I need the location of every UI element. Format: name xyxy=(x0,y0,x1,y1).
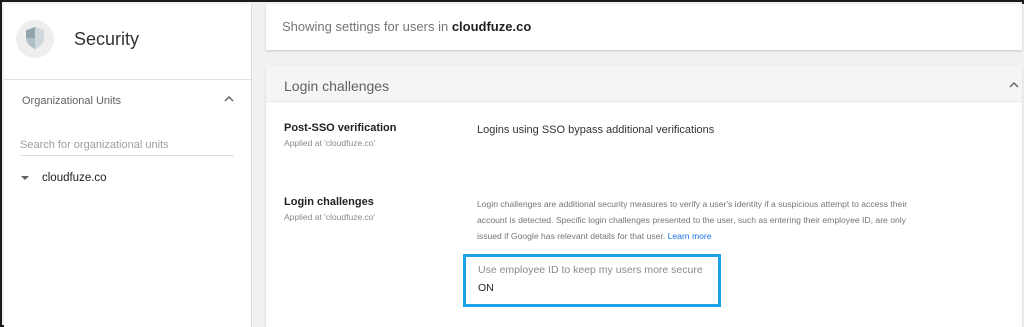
chevron-up-icon[interactable] xyxy=(222,92,236,106)
panel-title: Login challenges xyxy=(284,78,390,94)
learn-more-link[interactable]: Learn more xyxy=(668,231,712,241)
caret-down-icon[interactable] xyxy=(20,173,30,183)
chevron-up-icon[interactable] xyxy=(1008,79,1020,91)
panel-header[interactable]: Login challenges xyxy=(266,66,1022,102)
info-prefix: Showing settings for users in xyxy=(282,19,452,34)
page-title: Security xyxy=(74,29,140,49)
main-content: Showing settings for users in cloudfuze.… xyxy=(252,4,1024,327)
setting-name: Login challenges xyxy=(284,196,374,208)
ou-section-title: Organizational Units xyxy=(22,95,122,107)
info-domain: cloudfuze.co xyxy=(451,19,532,34)
employee-id-toggle-highlight[interactable]: Use employee ID to keep my users more se… xyxy=(463,254,721,307)
ou-section-header[interactable]: Organizational Units xyxy=(4,80,251,124)
info-text: Showing settings for users in cloudfuze.… xyxy=(282,19,531,34)
toggle-state[interactable]: ON xyxy=(478,282,494,294)
sidebar: Security Organizational Units cloudfuze.… xyxy=(4,4,252,327)
setting-post-sso[interactable]: Post-SSO verification Applied at 'cloudf… xyxy=(284,122,396,148)
toggle-label: Use employee ID to keep my users more se… xyxy=(478,264,703,276)
setting-applied: Applied at 'cloudfuze.co' xyxy=(284,212,376,222)
setting-value: Logins using SSO bypass additional verif… xyxy=(477,124,715,136)
shield-icon xyxy=(16,20,54,58)
ou-tree-item[interactable]: cloudfuze.co xyxy=(20,168,107,188)
login-challenges-panel: Login challenges Post-SSO verification A… xyxy=(266,66,1022,327)
ou-search-input[interactable] xyxy=(20,134,234,156)
info-card: Showing settings for users in cloudfuze.… xyxy=(266,4,1022,50)
setting-login-challenges[interactable]: Login challenges Applied at 'cloudfuze.c… xyxy=(284,196,375,222)
window-frame: Security Organizational Units cloudfuze.… xyxy=(0,0,1024,327)
setting-name: Post-SSO verification xyxy=(284,122,397,134)
setting-description: Login challenges are additional security… xyxy=(477,196,917,244)
setting-applied: Applied at 'cloudfuze.co' xyxy=(284,138,376,148)
ou-tree-label: cloudfuze.co xyxy=(42,172,107,184)
sidebar-header: Security xyxy=(4,4,251,80)
